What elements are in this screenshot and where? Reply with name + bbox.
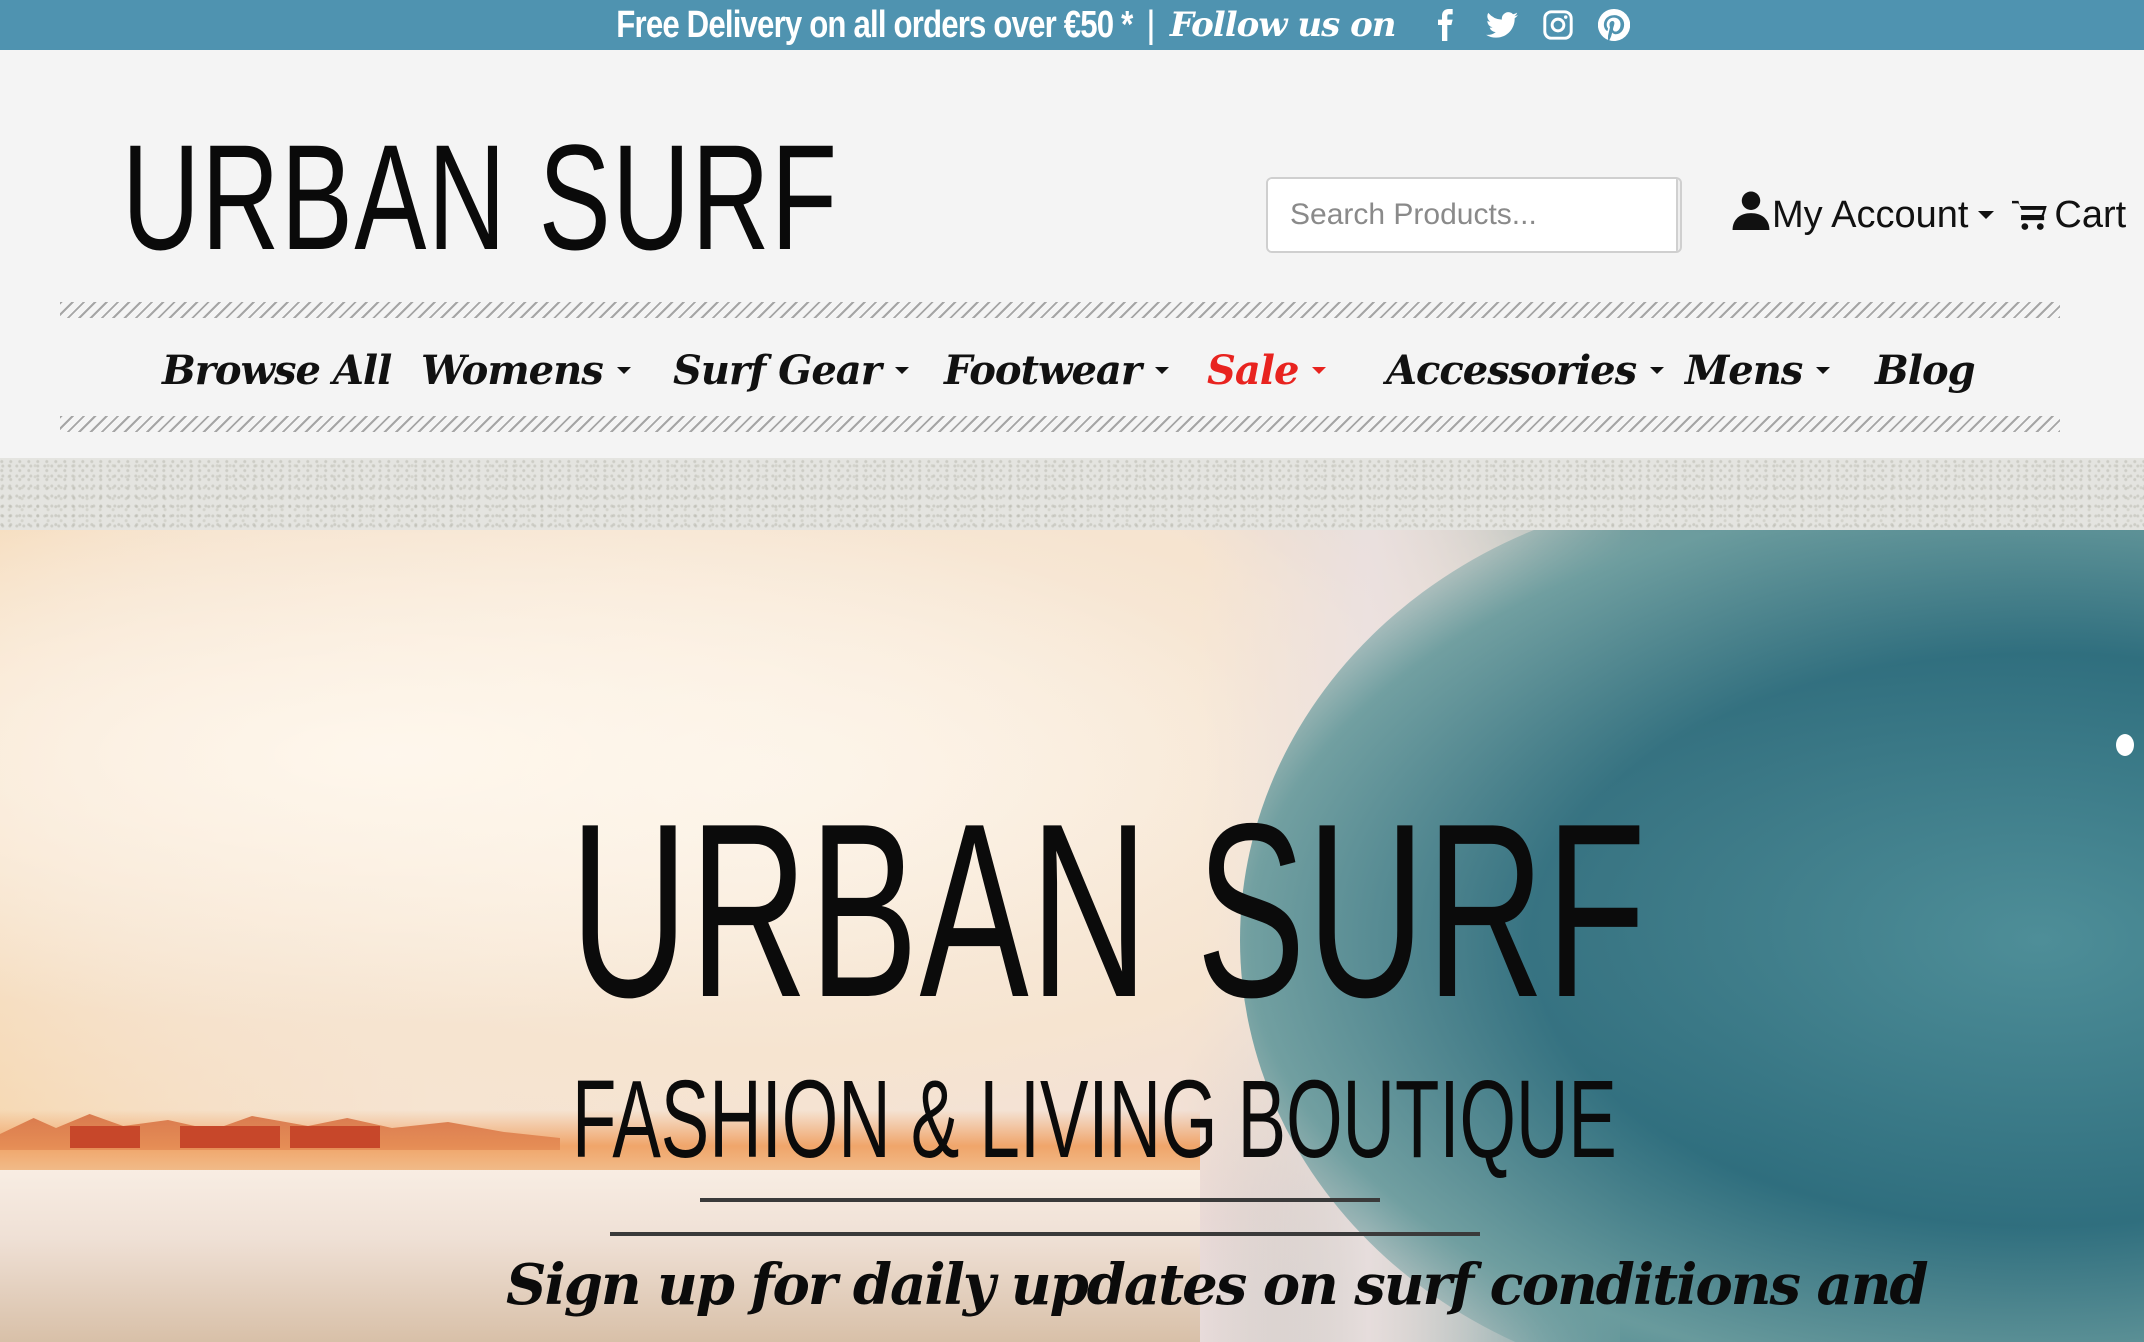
chevron-down-icon bbox=[616, 366, 631, 374]
site-header: URBAN SURF My Account Cart Browse All Wo… bbox=[0, 50, 2144, 458]
free-delivery-text: Free Delivery on all orders over €50 * bbox=[615, 3, 1133, 46]
nav-browse-all[interactable]: Browse All bbox=[162, 332, 392, 408]
hero-banner: URBAN SURF FASHION & LIVING BOUTIQUE Sig… bbox=[0, 530, 2144, 1342]
hero-building bbox=[180, 1126, 280, 1148]
nav-accessories[interactable]: Accessories bbox=[1386, 332, 1665, 408]
hero-building bbox=[290, 1126, 380, 1148]
cart-link[interactable]: Cart bbox=[2012, 194, 2126, 237]
chevron-down-icon bbox=[1312, 366, 1327, 374]
promo-bar: Free Delivery on all orders over €50 * |… bbox=[0, 0, 2144, 50]
chevron-down-icon bbox=[894, 366, 909, 374]
account-area: My Account Cart bbox=[1732, 190, 2126, 240]
chevron-down-icon bbox=[1154, 366, 1169, 374]
instagram-icon[interactable] bbox=[1538, 5, 1578, 45]
search-bar bbox=[1266, 177, 1682, 253]
search-icon bbox=[1678, 198, 1682, 232]
follow-us-label: Follow us on bbox=[1169, 5, 1397, 45]
nav-divider-top bbox=[60, 302, 2060, 318]
hero-title: URBAN SURF bbox=[570, 771, 1648, 1049]
twitter-icon[interactable] bbox=[1482, 5, 1522, 45]
my-account-link[interactable]: My Account bbox=[1772, 194, 1968, 237]
nav-surf-gear[interactable]: Surf Gear bbox=[673, 332, 909, 408]
cart-label: Cart bbox=[2054, 193, 2127, 236]
nav-mens[interactable]: Mens bbox=[1685, 332, 1831, 408]
hero-signup-text: Sign up for daily updates on surf condit… bbox=[506, 1252, 1929, 1318]
chevron-down-icon bbox=[1816, 366, 1831, 374]
nav-divider-bottom bbox=[60, 416, 2060, 432]
search-input[interactable] bbox=[1268, 179, 1676, 251]
site-logo[interactable]: URBAN SURF bbox=[122, 122, 838, 272]
cart-icon bbox=[2012, 200, 2048, 230]
nav-sale[interactable]: Sale bbox=[1207, 332, 1327, 408]
chevron-down-icon[interactable] bbox=[1978, 211, 1995, 219]
facebook-icon[interactable] bbox=[1426, 5, 1466, 45]
hero-divider bbox=[700, 1198, 1380, 1202]
nav-womens[interactable]: Womens bbox=[421, 332, 631, 408]
user-icon bbox=[1732, 190, 1770, 240]
nav-footwear[interactable]: Footwear bbox=[944, 332, 1169, 408]
hero-subtitle: FASHION & LIVING BOUTIQUE bbox=[572, 1058, 1617, 1181]
search-button[interactable] bbox=[1676, 179, 1682, 251]
nav-blog[interactable]: Blog bbox=[1875, 332, 1976, 408]
hero-divider bbox=[610, 1232, 1480, 1236]
hero-speck bbox=[2116, 734, 2134, 756]
texture-band bbox=[0, 458, 2144, 530]
pinterest-icon[interactable] bbox=[1594, 5, 1634, 45]
chevron-down-icon bbox=[1650, 366, 1665, 374]
main-nav: Browse All Womens Surf Gear Footwear Sal… bbox=[60, 332, 2060, 408]
promo-separator: | bbox=[1145, 3, 1156, 46]
hero-building bbox=[70, 1126, 140, 1148]
